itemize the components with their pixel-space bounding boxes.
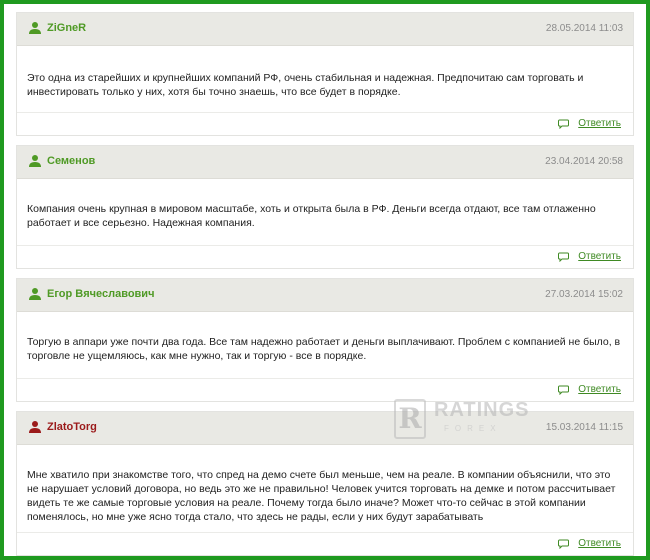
comment-header: Егор Вячеславович 27.03.2014 15:02 <box>17 279 633 312</box>
comment-date: 23.04.2014 20:58 <box>545 156 623 167</box>
comment-date: 15.03.2014 11:15 <box>545 422 623 433</box>
watermark-logo-mark: R <box>394 399 426 439</box>
ratings-forex-watermark: R RATINGS FOREX <box>390 395 530 439</box>
comment-text: Это одна из старейших и крупнейших компа… <box>27 72 584 98</box>
comments-frame: ZiGneR 28.05.2014 11:03 Это одна из стар… <box>0 0 650 560</box>
user-icon <box>29 22 41 34</box>
comment-text: Мне хватило при знакомстве того, что спр… <box>27 469 616 523</box>
comment-author[interactable]: Егор Вячеславович <box>47 288 154 300</box>
user-icon <box>29 421 41 433</box>
comments-list: ZiGneR 28.05.2014 11:03 Это одна из стар… <box>8 8 642 556</box>
reply-link[interactable]: Ответить <box>578 251 621 262</box>
watermark-text: RATINGS <box>434 399 530 421</box>
reply-link[interactable]: Ответить <box>578 118 621 129</box>
comment-footer: Ответить <box>17 532 633 555</box>
comment-header: ZiGneR 28.05.2014 11:03 <box>17 13 633 46</box>
user-icon <box>29 155 41 167</box>
reply-bubble-icon[interactable] <box>558 252 569 262</box>
user-icon <box>29 288 41 300</box>
comment-footer: Ответить <box>17 378 633 401</box>
comment-date: 27.03.2014 15:02 <box>545 289 623 300</box>
comment-text: Торгую в аппари уже почти два года. Все … <box>27 336 621 362</box>
comment-author[interactable]: ZiGneR <box>47 22 86 34</box>
watermark-subtext: FOREX <box>444 424 502 433</box>
comment-footer: Ответить <box>17 245 633 268</box>
comment-header: ZlatoTorg 15.03.2014 11:15 <box>17 412 633 445</box>
reply-bubble-icon[interactable] <box>558 119 569 129</box>
reply-bubble-icon[interactable] <box>558 539 569 549</box>
comment-date: 28.05.2014 11:03 <box>545 23 623 34</box>
comment-item: Егор Вячеславович 27.03.2014 15:02 Торгу… <box>16 278 634 402</box>
comment-item: ZlatoTorg 15.03.2014 11:15 Мне хватило п… <box>16 411 634 556</box>
comment-author[interactable]: Семенов <box>47 155 95 167</box>
comment-author[interactable]: ZlatoTorg <box>47 421 97 433</box>
comment-header: Семенов 23.04.2014 20:58 <box>17 146 633 179</box>
reply-link[interactable]: Ответить <box>578 384 621 395</box>
comment-text: Компания очень крупная в мировом масштаб… <box>27 203 596 229</box>
comment-item: Семенов 23.04.2014 20:58 Компания очень … <box>16 145 634 269</box>
reply-link[interactable]: Ответить <box>578 538 621 549</box>
comment-item: ZiGneR 28.05.2014 11:03 Это одна из стар… <box>16 12 634 136</box>
comment-footer: Ответить <box>17 112 633 135</box>
reply-bubble-icon[interactable] <box>558 385 569 395</box>
